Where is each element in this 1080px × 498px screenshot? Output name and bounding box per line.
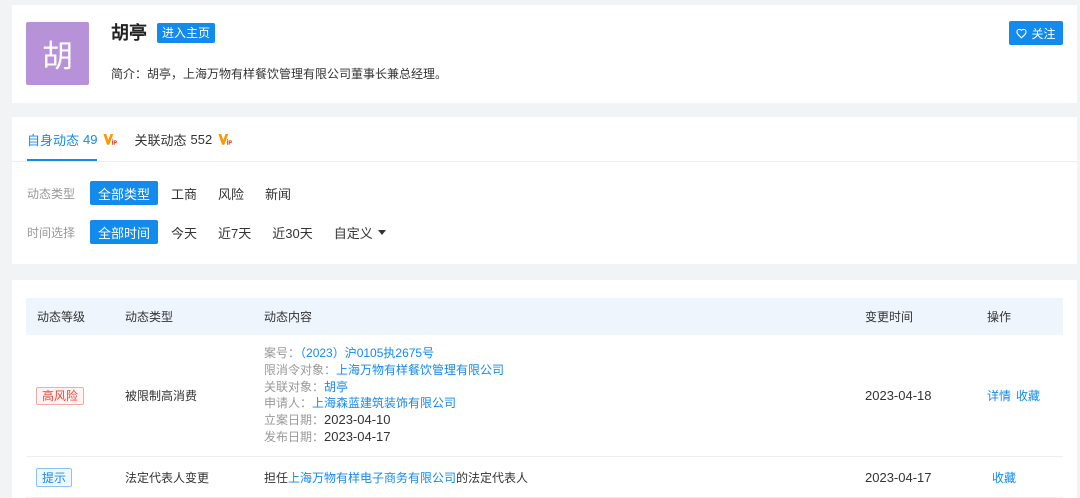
column-header-level: 动态等级 — [37, 310, 86, 324]
dynamic-content-details: 案号：（2023）沪0105执2675号 限消令对象：上海万物有样餐饮管理有限公… — [264, 345, 504, 446]
level-cell: 提示 — [36, 457, 73, 497]
avatar: 胡 — [26, 22, 89, 85]
tab-label: 自身动态 — [27, 132, 80, 148]
column-header-actions: 操作 — [987, 310, 1012, 324]
dynamics-tabs: 自身动态 49 关联动态 552 — [12, 117, 1077, 162]
actions-cell: 收藏 — [992, 457, 1016, 497]
caret-down-icon — [377, 229, 386, 235]
dynamic-type-cell: 法定代表人变更 — [125, 470, 210, 485]
dynamics-table: 动态等级 动态类型 动态内容 变更时间 操作 高风险 被限制高消费 案号：（20… — [26, 298, 1063, 498]
tab-related-dynamics[interactable]: 关联动态 552 — [134, 117, 233, 161]
favorite-link[interactable]: 收藏 — [1016, 387, 1040, 404]
filter-row-dynamic-type: 动态类型 全部类型 工商 风险 新闻 — [27, 181, 299, 205]
change-date-cell: 2023-04-18 — [865, 388, 932, 403]
publish-date-value: 2023-04-17 — [324, 428, 391, 444]
dynamic-content-summary: 担任 上海万物有样电子商务有限公司 的法定代表人 — [264, 457, 528, 497]
profile-intro: 简介：胡亭，上海万物有样餐饮管理有限公司董事长兼总经理。 — [111, 67, 448, 81]
actions-cell: 详情 收藏 — [987, 335, 1040, 456]
filter-label-time: 时间选择 — [27, 225, 76, 240]
filter-option-today[interactable]: 今天 — [163, 220, 205, 244]
column-header-type: 动态类型 — [125, 310, 174, 324]
detail-filing-date: 立案日期：2023-04-10 — [264, 412, 504, 429]
detail-applicant: 申请人：上海森蓝建筑装饰有限公司 — [264, 395, 504, 412]
dynamics-filter-card: 自身动态 49 关联动态 552 动态类型 全部类型 工商 风险 新闻 时间选择… — [12, 117, 1077, 264]
filter-option-business[interactable]: 工商 — [163, 181, 205, 205]
risk-level-badge: 高风险 — [36, 386, 85, 405]
tab-related-dynamics-text: 关联动态 552 — [134, 117, 212, 161]
detail-restricted-party: 限消令对象：上海万物有样餐饮管理有限公司 — [264, 362, 504, 379]
detail-label: 申请人： — [264, 396, 313, 411]
person-name: 胡亭 — [111, 23, 147, 43]
detail-label: 案号： — [264, 346, 301, 360]
tab-label: 关联动态 — [134, 132, 187, 148]
filter-option-all-time[interactable]: 全部时间 — [90, 220, 159, 244]
column-header-content: 动态内容 — [264, 310, 313, 324]
favorite-link[interactable]: 收藏 — [992, 469, 1016, 486]
filter-option-last-30-days[interactable]: 近30天 — [264, 220, 320, 244]
detail-related-party: 关联对象：胡亭 — [264, 379, 504, 396]
change-date-cell: 2023-04-17 — [865, 469, 932, 485]
dynamics-table-card: 动态等级 动态类型 动态内容 变更时间 操作 高风险 被限制高消费 案号：（20… — [12, 280, 1077, 498]
detail-label: 立案日期： — [264, 413, 325, 428]
company-link[interactable]: 上海万物有样电子商务有限公司 — [288, 469, 456, 486]
vip-icon — [103, 133, 118, 146]
enter-homepage-button[interactable]: 进入主页 — [157, 23, 216, 43]
table-row: 高风险 被限制高消费 案号：（2023）沪0105执2675号 限消令对象：上海… — [26, 335, 1063, 457]
filter-option-custom-label: 自定义 — [333, 225, 373, 241]
filter-option-all-types[interactable]: 全部类型 — [90, 181, 159, 205]
details-link[interactable]: 详情 — [987, 387, 1011, 404]
dynamic-type-cell: 被限制高消费 — [125, 389, 198, 403]
filter-option-risk[interactable]: 风险 — [210, 181, 252, 205]
filter-option-custom-dropdown[interactable]: 自定义 — [326, 220, 394, 244]
detail-label: 限消令对象： — [264, 362, 337, 377]
column-header-date: 变更时间 — [865, 310, 914, 324]
vip-icon — [218, 133, 233, 146]
filter-options-dynamic-type: 全部类型 工商 风险 新闻 — [90, 181, 299, 205]
table-row: 提示 法定代表人变更 担任 上海万物有样电子商务有限公司 的法定代表人 2023-0… — [26, 457, 1063, 498]
level-cell: 高风险 — [36, 335, 85, 456]
related-party-link[interactable]: 胡亭 — [324, 380, 348, 394]
filter-options-time: 全部时间 今天 近7天 近30天 自定义 — [90, 220, 394, 244]
tab-own-dynamics[interactable]: 自身动态 49 — [27, 117, 118, 161]
filter-row-time: 时间选择 全部时间 今天 近7天 近30天 自定义 — [27, 220, 394, 244]
detail-label: 发布日期： — [264, 429, 325, 444]
heart-outline-icon — [1016, 28, 1028, 39]
tab-count: 552 — [190, 131, 213, 147]
filter-option-last-7-days[interactable]: 近7天 — [210, 220, 259, 244]
applicant-link[interactable]: 上海森蓝建筑装饰有限公司 — [312, 396, 456, 410]
tab-own-dynamics-text: 自身动态 49 — [27, 117, 98, 161]
follow-button-label: 关注 — [1031, 26, 1056, 41]
filing-date-value: 2023-04-10 — [324, 412, 391, 428]
restricted-party-link[interactable]: 上海万物有样餐饮管理有限公司 — [336, 363, 504, 377]
table-header: 动态等级 动态类型 动态内容 变更时间 操作 — [26, 298, 1063, 335]
name-row: 胡亭 进入主页 — [111, 22, 216, 44]
case-number-link[interactable]: （2023）沪0105执2675号 — [300, 346, 434, 360]
summary-text: 的法定代表人 — [456, 470, 529, 485]
detail-publish-date: 发布日期：2023-04-17 — [264, 429, 504, 446]
tip-level-badge: 提示 — [36, 467, 73, 487]
follow-button[interactable]: 关注 — [1009, 21, 1063, 45]
filter-option-news[interactable]: 新闻 — [257, 181, 299, 205]
profile-card: 胡 胡亭 进入主页 简介：胡亭，上海万物有样餐饮管理有限公司董事长兼总经理。 关… — [12, 5, 1077, 103]
detail-label: 关联对象： — [264, 379, 325, 394]
tab-count: 49 — [83, 131, 98, 147]
detail-case-number: 案号：（2023）沪0105执2675号 — [264, 345, 504, 362]
summary-text: 担任 — [264, 470, 289, 485]
filter-label-dynamic-type: 动态类型 — [27, 186, 76, 201]
